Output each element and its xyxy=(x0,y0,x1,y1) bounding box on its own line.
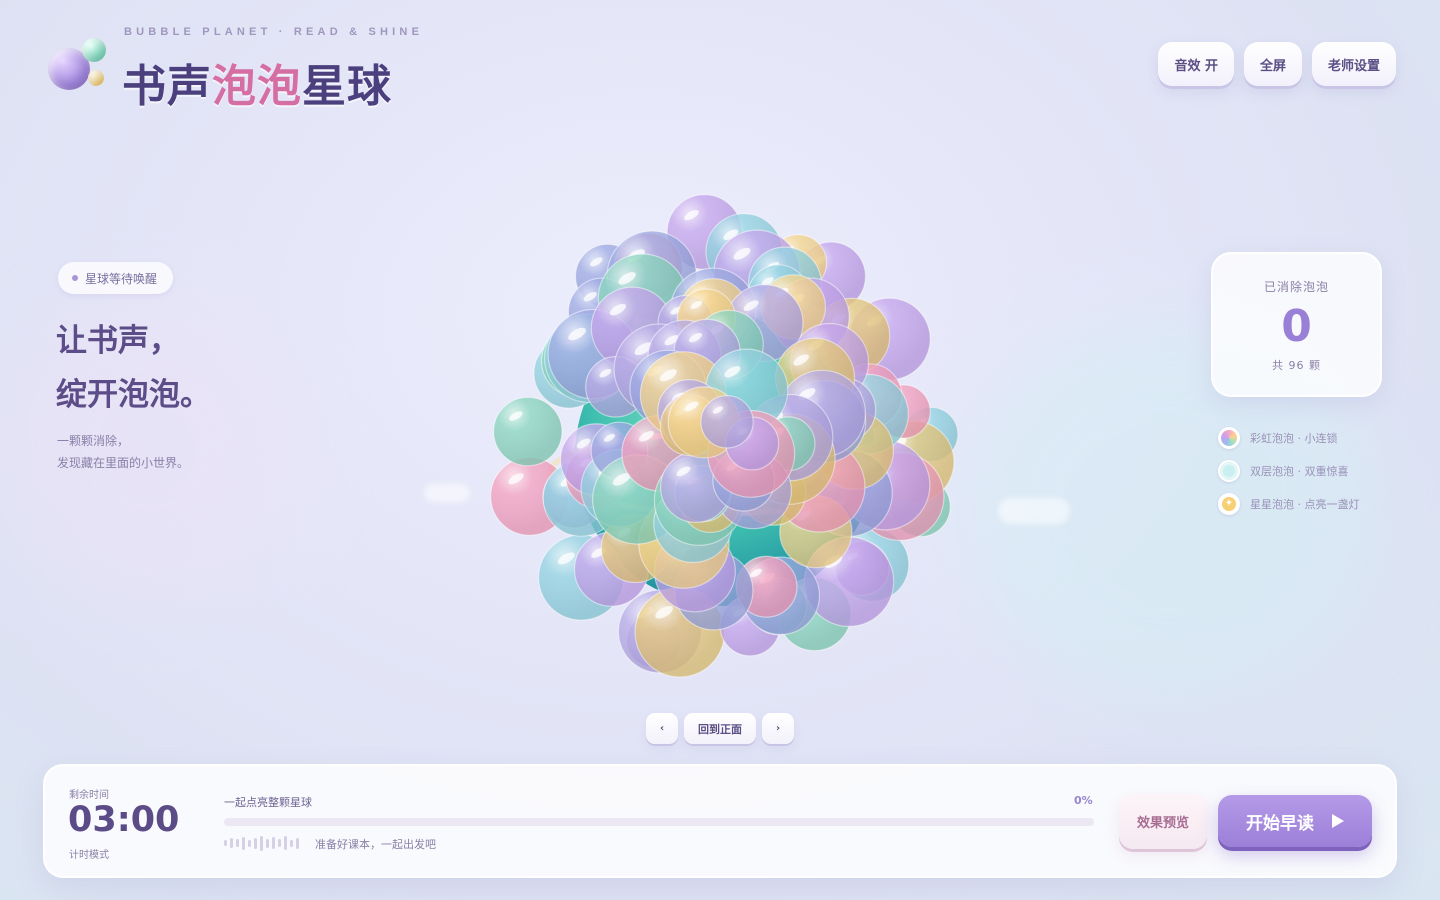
popped-counter-value: 0 xyxy=(1281,301,1312,352)
double-bubble-icon xyxy=(1218,459,1240,482)
brand-title-highlight: 泡泡 xyxy=(212,61,302,112)
popped-counter-label: 已消除泡泡 xyxy=(1263,280,1329,294)
legend-item-star: ✦ 星星泡泡 · 点亮一盏灯 xyxy=(1218,487,1360,520)
status-dot-icon xyxy=(72,275,78,281)
headline-line1: 让书声， xyxy=(56,323,180,359)
rotate-left-button[interactable]: ‹ xyxy=(646,713,678,744)
start-reading-button[interactable]: 开始早读 xyxy=(1218,795,1372,847)
bubble-planet-canvas[interactable] xyxy=(460,188,980,678)
legend-label: 星星泡泡 · 点亮一盏灯 xyxy=(1250,497,1360,511)
cloud-decoration xyxy=(998,498,1070,524)
top-actions: 音效 开 全屏 老师设置 xyxy=(1158,42,1396,86)
bottom-control-bar: 剩余时间 03:00 计时模式 一起点亮整颗星球 0% 准备好课本，一起出发吧 … xyxy=(43,764,1397,878)
bubble-legend: 彩虹泡泡 · 小连锁 双层泡泡 · 双重惊喜 ✦ 星星泡泡 · 点亮一盏灯 xyxy=(1218,421,1360,520)
play-icon xyxy=(1332,814,1344,828)
timer-label: 剩余时间 xyxy=(69,790,109,801)
description-line2: 发现藏在里面的小世界。 xyxy=(57,456,190,470)
description-line1: 一颗颗消除， xyxy=(57,434,130,448)
popped-counter-total: 共 96 颗 xyxy=(1272,359,1321,372)
bubble[interactable] xyxy=(493,396,563,467)
headline: 让书声， 绽开泡泡。 xyxy=(56,314,211,422)
progress-percent: 0% xyxy=(1074,794,1093,807)
bubble-planet[interactable] xyxy=(460,188,980,678)
status-badge: 星球等待唤醒 xyxy=(58,262,174,294)
start-reading-label: 开始早读 xyxy=(1246,813,1314,834)
legend-item-double: 双层泡泡 · 双重惊喜 xyxy=(1218,454,1360,487)
brand-title-part2: 星球 xyxy=(302,61,392,112)
headline-line2: 绽开泡泡。 xyxy=(56,377,211,413)
popped-counter-card: 已消除泡泡 0 共 96 颗 xyxy=(1211,252,1382,397)
logo-bubbles-icon xyxy=(46,36,110,106)
view-controls: ‹ 回到正面 › xyxy=(646,713,794,744)
brand-title: 书声泡泡星球 xyxy=(122,50,392,114)
rainbow-bubble-icon xyxy=(1218,426,1240,449)
progress-goal-label: 一起点亮整颗星球 xyxy=(224,796,312,809)
legend-label: 双层泡泡 · 双重惊喜 xyxy=(1250,464,1349,478)
legend-item-rainbow: 彩虹泡泡 · 小连锁 xyxy=(1218,421,1360,454)
star-bubble-icon: ✦ xyxy=(1218,492,1240,515)
timer-value: 03:00 xyxy=(68,800,180,840)
description: 一颗颗消除， 发现藏在里面的小世界。 xyxy=(57,430,189,474)
sound-toggle-button[interactable]: 音效 开 xyxy=(1158,42,1234,86)
hint-text: 准备好课本，一起出发吧 xyxy=(315,838,436,851)
teacher-settings-button[interactable]: 老师设置 xyxy=(1311,42,1396,86)
reset-view-button[interactable]: 回到正面 xyxy=(684,713,756,744)
brand-subtitle: BUBBLE PLANET · READ & SHINE xyxy=(124,26,424,38)
bubble-cluster[interactable] xyxy=(490,194,959,678)
fullscreen-button[interactable]: 全屏 xyxy=(1243,42,1302,86)
preview-button[interactable]: 效果预览 xyxy=(1119,794,1207,849)
audio-wave-icon xyxy=(224,835,299,851)
progress-bar xyxy=(224,818,1094,826)
legend-label: 彩虹泡泡 · 小连锁 xyxy=(1250,431,1338,445)
brand-logo: BUBBLE PLANET · READ & SHINE 书声泡泡星球 xyxy=(46,24,426,114)
bubble[interactable] xyxy=(700,395,754,449)
timer-mode: 计时模式 xyxy=(69,850,109,861)
status-text: 星球等待唤醒 xyxy=(85,271,158,286)
brand-title-part1: 书声 xyxy=(122,61,212,112)
rotate-right-button[interactable]: › xyxy=(762,713,794,744)
